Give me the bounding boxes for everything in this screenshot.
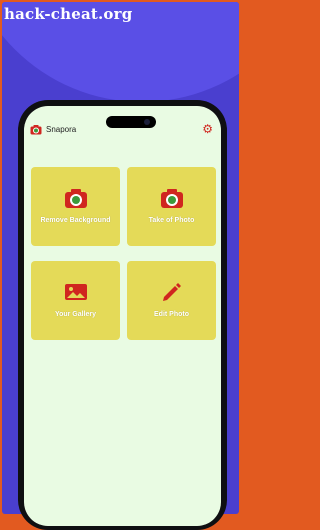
app-screen: Snapora ⚙ Remove Background Take of Phot… xyxy=(24,106,221,526)
camera-logo-icon xyxy=(30,125,42,135)
camera-icon xyxy=(160,187,184,209)
settings-gear-icon[interactable]: ⚙ xyxy=(202,122,213,136)
remove-background-label: Remove Background xyxy=(40,217,111,224)
edit-photo-label: Edit Photo xyxy=(154,311,189,318)
phone-frame: Snapora ⚙ Remove Background Take of Phot… xyxy=(18,100,227,530)
watermark: hack-cheat.org xyxy=(4,5,133,23)
app-title: Snapora xyxy=(46,125,77,134)
pencil-icon xyxy=(160,281,184,303)
take-photo-button[interactable]: Take of Photo xyxy=(127,167,216,246)
your-gallery-label: Your Gallery xyxy=(54,311,97,318)
remove-background-button[interactable]: Remove Background xyxy=(31,167,120,246)
camera-icon xyxy=(64,187,88,209)
your-gallery-button[interactable]: Your Gallery xyxy=(31,261,120,340)
edit-photo-button[interactable]: Edit Photo xyxy=(127,261,216,340)
take-photo-label: Take of Photo xyxy=(148,217,195,224)
gallery-icon xyxy=(64,281,88,303)
app-bar: Snapora ⚙ xyxy=(24,120,221,144)
